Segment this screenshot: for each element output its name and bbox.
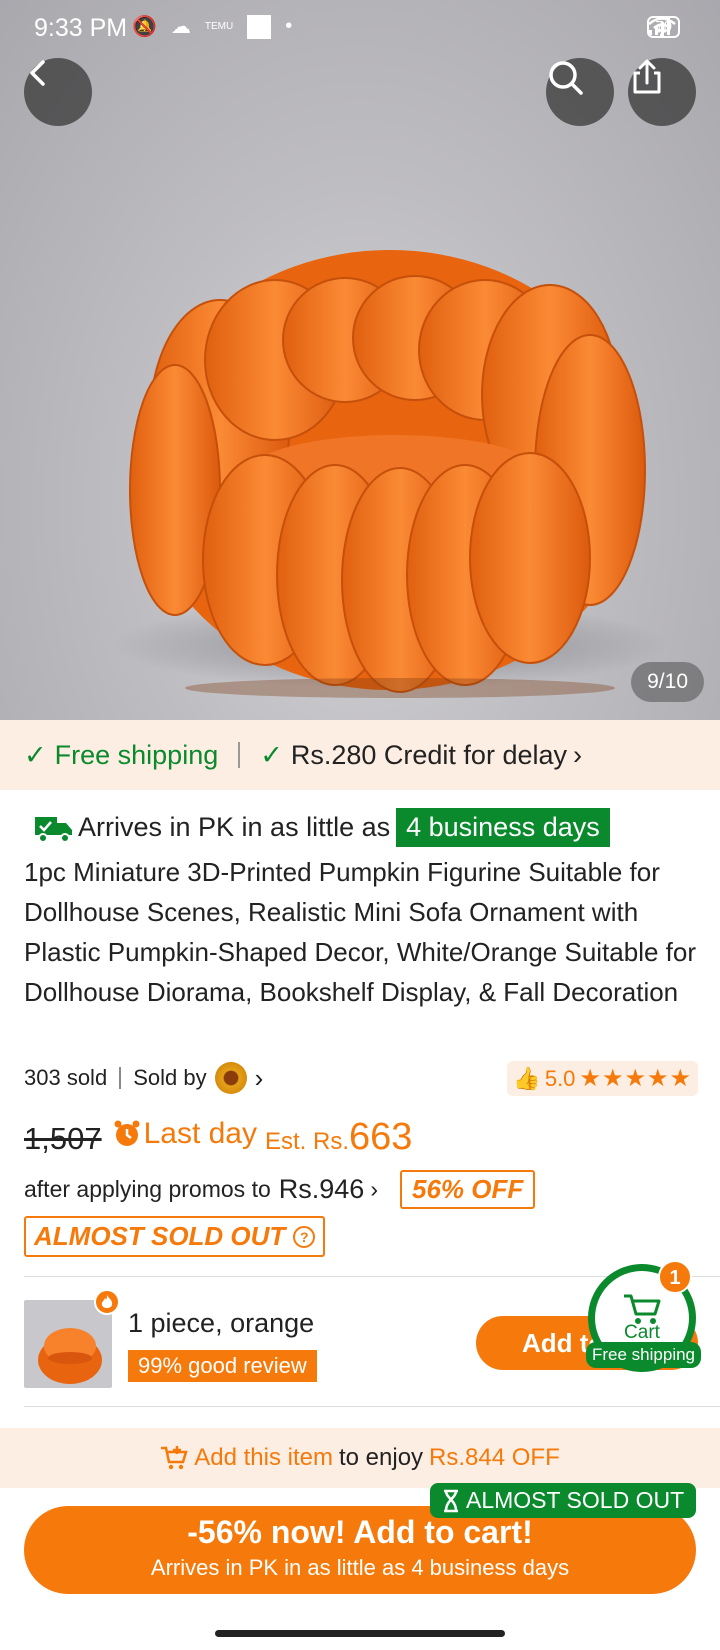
share-button[interactable] (628, 58, 696, 126)
product-title: 1pc Miniature 3D-Printed Pumpkin Figurin… (24, 857, 697, 1007)
back-button[interactable] (24, 58, 92, 126)
delay-credit-label: Rs.280 Credit for delay (290, 739, 567, 770)
cart-count-badge: 1 (658, 1260, 692, 1294)
original-price: 1,507 (24, 1121, 102, 1156)
almost-sold-out-tag-text: ALMOST SOLD OUT (466, 1487, 685, 1513)
wifi-icon (648, 17, 677, 37)
rating-badge[interactable]: 👍 5.0 ★★★★★ (507, 1061, 698, 1096)
free-shipping-label: Free shipping (54, 739, 219, 770)
divider (119, 1067, 122, 1089)
variant-image (38, 1328, 102, 1384)
status-bar: 9:33 PM 🔕 ☁ TEMU • 70 (0, 0, 720, 54)
variant-label: 1 piece, orange (128, 1308, 315, 1338)
chevron-right-icon[interactable]: › (255, 1063, 264, 1094)
last-day-label: Last day (112, 1117, 257, 1151)
fire-icon (94, 1289, 120, 1315)
add-item-promo-strip[interactable]: Add this item to enjoy Rs.844 OFF (0, 1428, 720, 1488)
status-time: 9:33 PM (34, 14, 128, 42)
search-icon (549, 61, 583, 95)
add-item-link[interactable]: Add this item (194, 1444, 333, 1472)
delivery-truck-icon (35, 816, 72, 843)
almost-sold-out-badge[interactable]: ALMOST SOLD OUT ? (24, 1216, 326, 1257)
check-icon: ✓ (260, 739, 283, 770)
notification-square-icon (247, 14, 272, 39)
estimated-price-label: Est. Rs. (265, 1128, 350, 1155)
almost-sold-out-tag: ALMOST SOLD OUT (430, 1483, 697, 1518)
cart-free-shipping: Free shipping (586, 1342, 702, 1368)
promo-text: after applying promos to (24, 1176, 271, 1202)
thumbs-up-icon: 👍 (513, 1065, 541, 1091)
alarm-clock-icon (114, 1120, 140, 1146)
dot-icon: • (285, 15, 293, 37)
seller-avatar[interactable] (214, 1062, 247, 1094)
help-icon[interactable]: ? (293, 1225, 316, 1248)
image-counter: 9/10 (631, 662, 704, 702)
add-to-cart-icon (161, 1446, 188, 1470)
cta-main-text: -56% now! Add to cart! (187, 1514, 533, 1550)
delivery-estimate: Arrives in PK in as little as 4 business… (34, 808, 610, 847)
discount-badge: 56% OFF (399, 1170, 536, 1209)
chevron-right-icon: › (370, 1176, 378, 1202)
home-indicator[interactable] (215, 1630, 505, 1637)
search-button[interactable] (546, 58, 614, 126)
divider (24, 1406, 720, 1407)
last-day-text: Last day (143, 1117, 257, 1150)
sales-meta: 303 sold Sold by › (24, 1062, 263, 1094)
sold-by-label: Sold by (133, 1065, 207, 1090)
cart-icon (624, 1294, 661, 1324)
temu-app-icon: TEMU (204, 20, 234, 32)
promo-price: Rs.946 (278, 1174, 365, 1204)
product-page: 9:33 PM 🔕 ☁ TEMU • 70 9/10 (0, 0, 720, 1650)
promo-saving: Rs.844 OFF (429, 1444, 560, 1471)
share-icon (633, 59, 661, 94)
chevron-right-icon: › (573, 739, 582, 770)
to-enjoy-text: to enjoy (338, 1444, 424, 1471)
divider (238, 742, 241, 768)
price-row: 1,507 Last day Est. Rs. 663 (24, 1116, 412, 1159)
main-add-to-cart-button[interactable]: -56% now! Add to cart! Arrives in PK in … (24, 1506, 696, 1594)
floating-cart[interactable]: Cart 1 Free shipping (586, 1260, 718, 1374)
pumpkin-sofa-illustration (129, 250, 646, 698)
status-system-icons: 70 (647, 16, 680, 38)
almost-sold-out-text: ALMOST SOLD OUT (34, 1221, 286, 1251)
delivery-prefix: Arrives in PK in as little as (78, 812, 391, 842)
star-rating-icon: ★★★★★ (579, 1065, 692, 1092)
status-notification-icons: 🔕 ☁ TEMU • (132, 14, 292, 39)
cloud-icon: ☁ (170, 16, 191, 38)
check-icon: ✓ (24, 739, 47, 770)
estimated-price: 663 (349, 1116, 413, 1158)
shipping-strip[interactable]: ✓ Free shipping ✓ Rs.280 Credit for dela… (0, 720, 720, 790)
variant-thumbnail[interactable] (24, 1300, 112, 1388)
hourglass-icon (444, 1489, 458, 1512)
promo-row[interactable]: after applying promos to Rs.946 › 56% OF… (24, 1170, 536, 1209)
rating-value: 5.0 (544, 1065, 576, 1091)
back-arrow-icon (30, 60, 45, 86)
product-image[interactable]: 9:33 PM 🔕 ☁ TEMU • 70 9/10 (0, 0, 720, 720)
cart-label: Cart (624, 1322, 660, 1343)
good-review-badge: 99% good review (128, 1350, 317, 1382)
cta-sub-text: Arrives in PK in as little as 4 business… (150, 1555, 570, 1580)
delivery-days-badge: 4 business days (396, 808, 610, 847)
sold-count: 303 sold (24, 1065, 108, 1090)
mute-icon: 🔕 (132, 16, 157, 38)
